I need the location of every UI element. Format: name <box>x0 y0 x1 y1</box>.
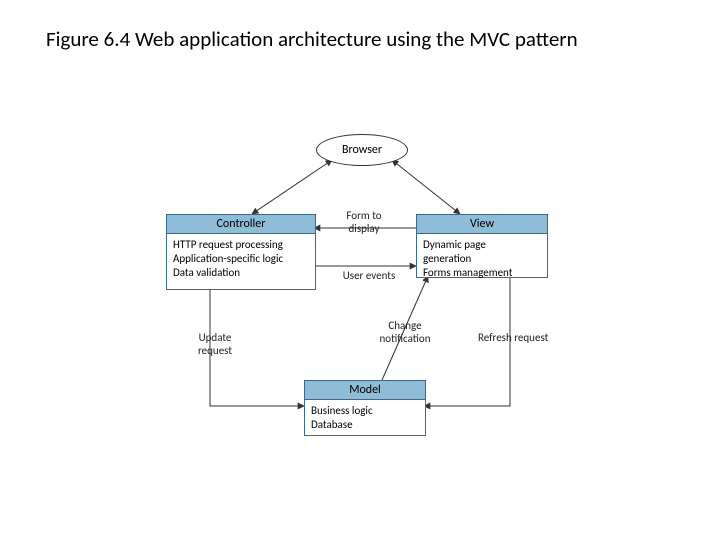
node-browser: Browser <box>316 134 408 166</box>
node-model-body-line: Database <box>311 418 419 432</box>
label-line: Update <box>190 332 240 345</box>
label-refresh-request: Refresh request <box>478 332 568 345</box>
node-controller-title: Controller <box>167 215 315 234</box>
node-view-body-line: Dynamic page <box>423 238 541 252</box>
node-model-body: Business logic Database <box>305 400 425 436</box>
label-line: display <box>334 223 394 236</box>
node-model: Model Business logic Database <box>304 380 426 436</box>
node-controller-body-line: Application-specific logic <box>173 252 309 266</box>
node-model-body-line: Business logic <box>311 404 419 418</box>
node-controller-body-line: HTTP request processing <box>173 238 309 252</box>
label-form-to-display: Form to display <box>334 210 394 235</box>
edge-browser-view <box>392 160 460 214</box>
label-line: Change <box>370 320 440 333</box>
node-controller-body-line: Data validation <box>173 266 309 280</box>
label-update-request: Update request <box>190 332 240 357</box>
label-line: request <box>190 345 240 358</box>
label-line: Form to <box>334 210 394 223</box>
node-controller-body: HTTP request processing Application-spec… <box>167 234 315 283</box>
label-change-notification: Change notification <box>370 320 440 345</box>
edge-browser-controller <box>252 160 332 214</box>
node-view: View Dynamic page generation Forms manag… <box>416 214 548 278</box>
label-line: notification <box>370 333 440 346</box>
node-view-title: View <box>417 215 547 234</box>
node-view-body-line: Forms management <box>423 266 541 280</box>
node-model-title: Model <box>305 381 425 400</box>
label-user-events: User events <box>334 270 404 283</box>
node-view-body-line: generation <box>423 252 541 266</box>
node-browser-label: Browser <box>342 143 382 157</box>
mvc-diagram: Browser Controller HTTP request processi… <box>0 0 720 540</box>
node-view-body: Dynamic page generation Forms management <box>417 234 547 283</box>
node-controller: Controller HTTP request processing Appli… <box>166 214 316 290</box>
